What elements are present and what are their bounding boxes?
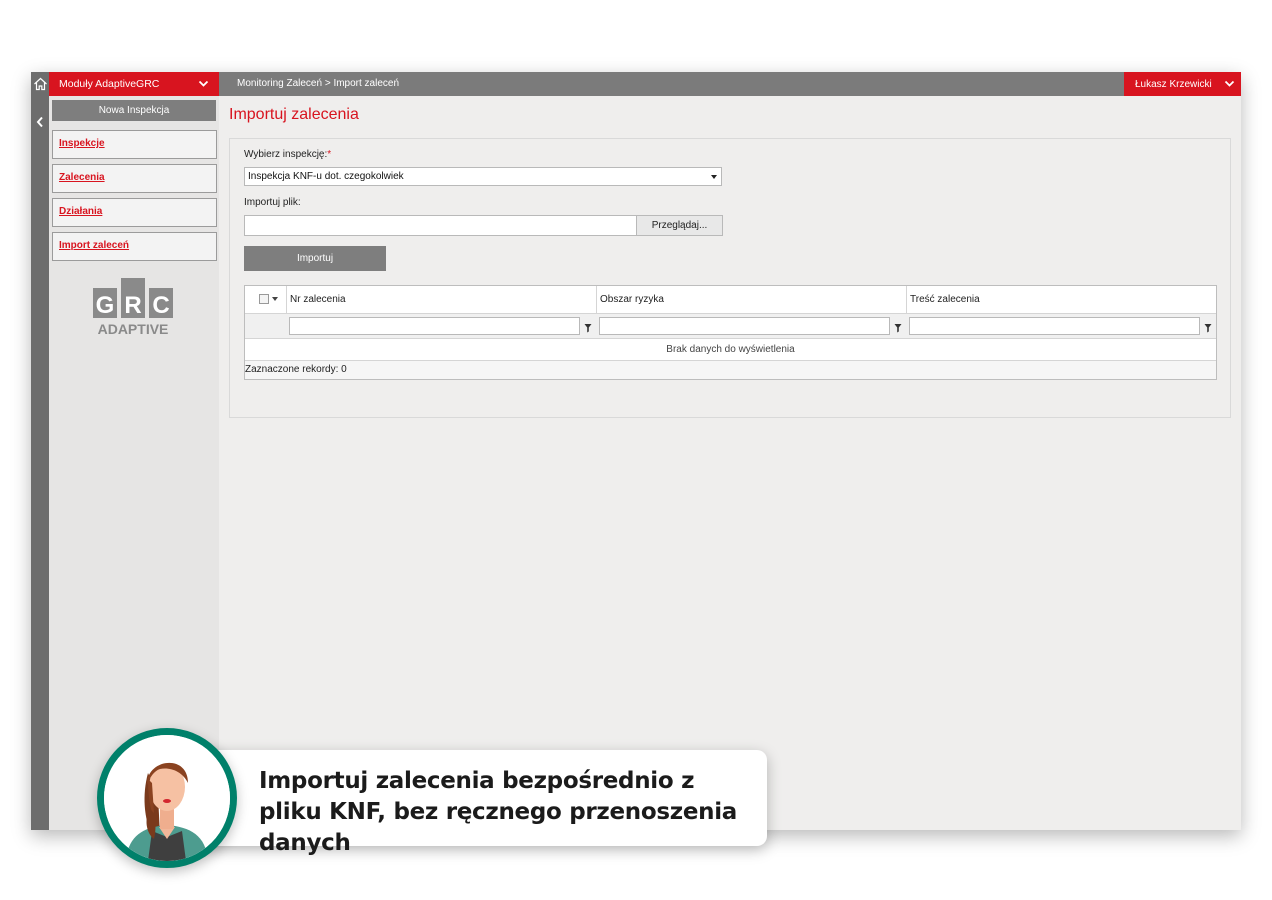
inspection-select[interactable]: Inspekcja KNF-u dot. czegokolwiek [244, 167, 722, 186]
callout-text: Importuj zalecenia bezpośrednio z pliku … [259, 768, 738, 856]
new-inspection-button[interactable]: Nowa Inspekcja [52, 100, 216, 121]
user-menu-button[interactable]: Łukasz Krzewicki [1124, 72, 1241, 96]
filter-input-tresc[interactable] [909, 317, 1200, 335]
selected-records-count: Zaznaczone rekordy: 0 [245, 364, 347, 375]
grid-filter-row [245, 314, 1216, 339]
dropdown-arrow-icon [272, 297, 278, 301]
filter-input-nr[interactable] [289, 317, 580, 335]
recommendations-grid: Nr zalecenia Obszar ryzyka Treść zalecen… [244, 285, 1217, 380]
breadcrumb: Monitoring Zaleceń > Import zaleceń [237, 78, 400, 89]
grc-adaptive-logo: G R C ADAPTIVE [93, 278, 175, 343]
filter-icon[interactable] [1204, 320, 1214, 333]
chevron-down-icon [198, 78, 209, 92]
sidebar-item-import[interactable]: Import zaleceń [52, 232, 217, 261]
column-header-nr[interactable]: Nr zalecenia [286, 286, 596, 313]
sidebar: Nowa Inspekcja Inspekcje Zalecenia Dział… [49, 96, 219, 830]
user-name: Łukasz Krzewicki [1135, 78, 1212, 90]
top-bar: Moduły AdaptiveGRC Monitoring Zaleceń > … [49, 72, 1241, 96]
sidebar-item-dzialania[interactable]: Działania [52, 198, 217, 227]
sidebar-item-zalecenia[interactable]: Zalecenia [52, 164, 217, 193]
svg-text:R: R [124, 292, 141, 319]
grid-empty-message: Brak danych do wyświetlenia [245, 339, 1216, 361]
select-all-checkbox[interactable] [259, 294, 278, 304]
page-title: Importuj zalecenia [229, 106, 359, 123]
filter-icon[interactable] [584, 320, 594, 333]
browse-button[interactable]: Przeglądaj... [636, 215, 723, 236]
sidebar-item-inspekcje[interactable]: Inspekcje [52, 130, 217, 159]
modules-menu-button[interactable]: Moduły AdaptiveGRC [49, 72, 219, 96]
callout-bubble: Importuj zalecenia bezpośrednio z pliku … [200, 750, 767, 856]
inspection-select-value: Inspekcja KNF-u dot. czegokolwiek [248, 171, 404, 182]
dropdown-arrow-icon [711, 175, 717, 179]
filter-input-obszar[interactable] [599, 317, 890, 335]
select-inspection-label: Wybierz inspekcję:* [244, 149, 331, 160]
import-file-label: Importuj plik: [244, 197, 301, 208]
svg-text:ADAPTIVE: ADAPTIVE [98, 321, 169, 337]
svg-text:C: C [152, 292, 169, 319]
column-header-obszar[interactable]: Obszar ryzyka [596, 286, 906, 313]
chevron-left-icon[interactable] [31, 112, 49, 132]
filter-icon[interactable] [894, 320, 904, 333]
select-inspection-label-text: Wybierz inspekcję: [244, 149, 328, 160]
home-icon[interactable] [31, 72, 49, 96]
import-button[interactable]: Importuj [244, 246, 386, 271]
grid-header: Nr zalecenia Obszar ryzyka Treść zalecen… [245, 286, 1216, 314]
column-header-tresc[interactable]: Treść zalecenia [906, 286, 1216, 313]
file-path-input[interactable] [244, 215, 637, 236]
woman-avatar-icon [104, 735, 230, 861]
modules-menu-label: Moduły AdaptiveGRC [59, 78, 160, 90]
checkbox-icon [259, 294, 269, 304]
main-content: Importuj zalecenia Wybierz inspekcję:* I… [219, 96, 1241, 830]
required-marker: * [327, 149, 332, 160]
avatar [97, 728, 237, 868]
left-rail [31, 72, 49, 830]
import-panel: Wybierz inspekcję:* Inspekcja KNF-u dot.… [229, 138, 1231, 418]
app-window: Moduły AdaptiveGRC Monitoring Zaleceń > … [31, 72, 1241, 830]
svg-text:G: G [96, 292, 115, 319]
chevron-down-icon [1224, 78, 1235, 92]
